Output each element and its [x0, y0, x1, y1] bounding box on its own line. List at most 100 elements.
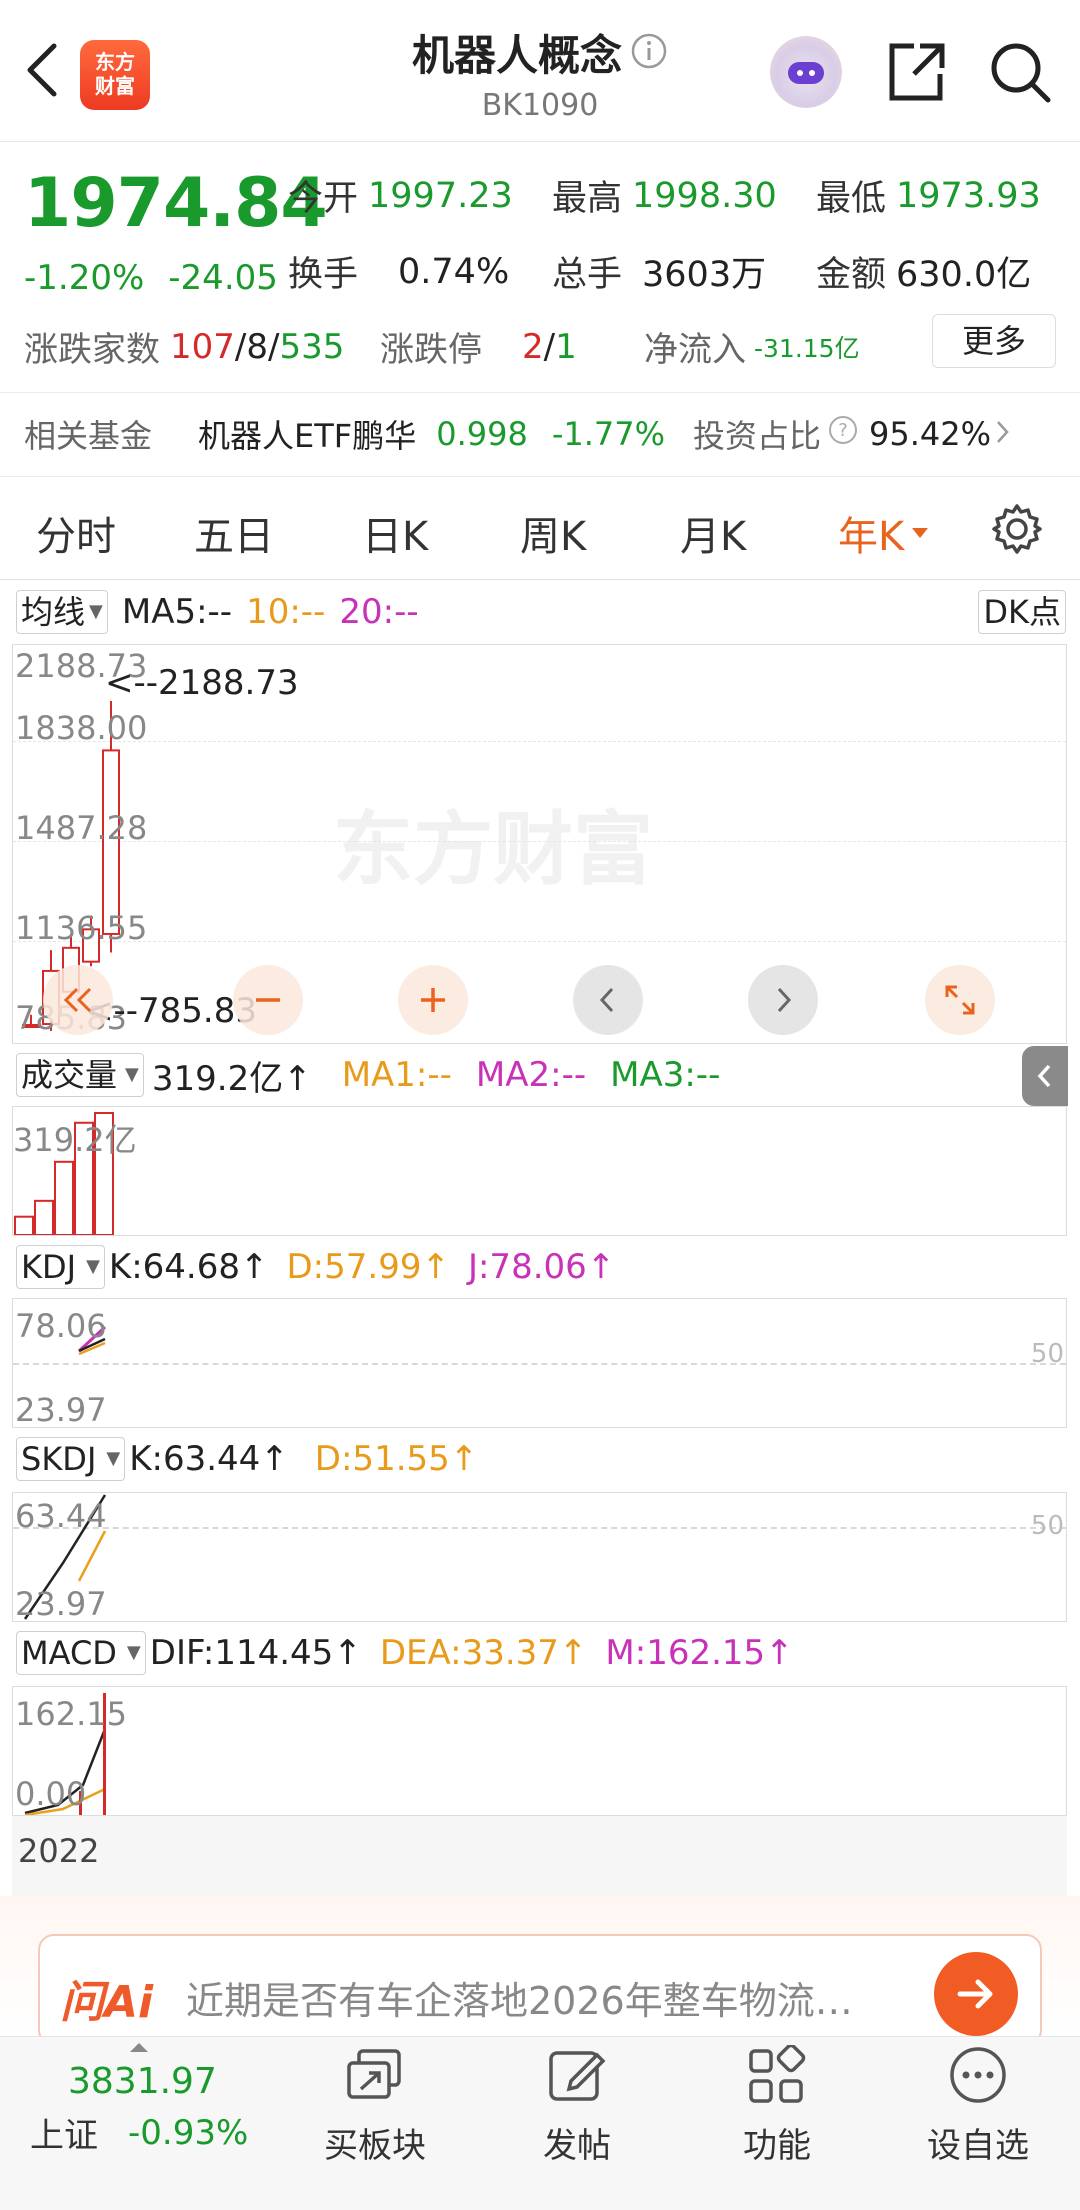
expand-icon — [945, 985, 975, 1015]
skdj-lines — [23, 1494, 107, 1620]
kdj-lines — [77, 1325, 107, 1356]
page-title: 机器人概念 — [411, 31, 622, 80]
tab-intraday[interactable]: 分时 — [36, 504, 116, 562]
vol-ma1: MA1:-- — [341, 1055, 452, 1095]
amount-label: 金额 — [816, 255, 887, 295]
index-ticker[interactable]: 3831.97 上证 -0.93% — [30, 2061, 250, 2157]
zoom-out-button[interactable] — [233, 965, 303, 1035]
more-button[interactable]: 更多 — [932, 314, 1056, 368]
tab-yearly-k[interactable]: 年K — [838, 504, 930, 562]
limit-up-count: 2 — [522, 326, 544, 367]
fullscreen-button[interactable] — [925, 965, 995, 1035]
ai-submit-button[interactable] — [934, 1952, 1018, 2036]
max-marker: <--2188.73 — [105, 663, 299, 703]
kdj-j: J:78.06↑ — [467, 1247, 616, 1287]
tab-daily-k[interactable]: 日K — [362, 504, 428, 562]
edit-icon — [549, 2051, 606, 2101]
index-name: 上证 — [30, 2116, 98, 2156]
kdj-d: D:57.99↑ — [286, 1247, 450, 1287]
top-bar: 东方 财富 机器人概念 BK1090 — [0, 0, 1080, 142]
vol-ma2: MA2:-- — [475, 1055, 587, 1095]
skdj-panel: 50 63.44 23.97 — [12, 1492, 1067, 1623]
limit-down-count: 1 — [555, 326, 577, 367]
related-fund-row[interactable]: 相关基金 机器人ETF鹏华 0.998 -1.77% 投资占比 ? 95.42% — [24, 408, 1064, 460]
vol-ma3: MA3:-- — [610, 1055, 721, 1095]
scroll-left-fast-button[interactable] — [43, 965, 113, 1035]
turnover-value: 0.74% — [398, 251, 510, 292]
share-icon[interactable] — [884, 40, 948, 108]
high-value: 1998.30 — [632, 175, 777, 216]
tab-monthly-k[interactable]: 月K — [680, 504, 746, 562]
high-label: 最高 — [552, 179, 623, 219]
candlestick-chart — [22, 701, 120, 1031]
apps-grid-icon — [749, 2043, 806, 2103]
zoom-in-button[interactable] — [398, 965, 468, 1035]
kdj-bottom-label: 23.97 — [15, 1391, 107, 1429]
nav-add-watchlist[interactable]: 设自选 — [908, 2045, 1048, 2167]
nav-functions[interactable]: 功能 — [707, 2043, 847, 2167]
tab-five-day[interactable]: 五日 — [194, 504, 274, 562]
advance-count: 107 — [170, 326, 235, 367]
scroll-left-button[interactable] — [573, 965, 643, 1035]
ai-question-text[interactable]: 近期是否有车企落地2026年整车物流… — [186, 1970, 853, 2025]
info-icon[interactable] — [630, 32, 668, 74]
macd-bottom-label: 0.00 — [15, 1775, 87, 1813]
separator: / — [543, 326, 556, 367]
macd-selector[interactable]: MACD ▼ — [16, 1631, 146, 1675]
volume-max-label: 319.2亿 — [13, 1121, 137, 1159]
kdj-panel: 50 78.06 23.97 — [12, 1298, 1067, 1429]
ai-question-bar[interactable]: 问Ai 近期是否有车企落地2026年整车物流… — [38, 1934, 1042, 2046]
chevron-left-icon — [1037, 1064, 1051, 1088]
macd-dea: DEA:33.37↑ — [379, 1633, 588, 1673]
open-value: 1997.23 — [368, 175, 513, 216]
index-change: -0.93% — [128, 2112, 249, 2153]
dropdown-arrow-icon — [912, 528, 929, 538]
chevron-right-icon — [777, 987, 792, 1013]
amount-value: 630.0亿 — [896, 255, 1032, 295]
x-axis-year: 2022 — [18, 1832, 100, 1870]
side-panel-toggle[interactable] — [1022, 1046, 1068, 1106]
skdj-bottom-label: 23.97 — [15, 1585, 107, 1623]
ma5-value: MA5:-- — [121, 592, 233, 632]
volume-indicator-selector[interactable]: 成交量 ▼ — [16, 1053, 144, 1097]
volume-bar — [34, 1199, 54, 1235]
macd-top-label: 162.15 — [15, 1695, 127, 1733]
chevron-right-icon — [995, 415, 1011, 453]
volume-bar — [54, 1160, 74, 1235]
flat-count: 8 — [246, 326, 269, 367]
buy-sector-icon — [347, 2049, 401, 2099]
fund-price: 0.998 — [436, 415, 528, 453]
macd-lines — [24, 1693, 107, 1815]
macd-panel: 162.15 0.00 — [12, 1686, 1067, 1816]
low-label: 最低 — [816, 179, 887, 219]
dk-point-button[interactable]: DK点 — [978, 590, 1066, 634]
index-value: 3831.97 — [68, 2061, 217, 2102]
ma20-value: 20:-- — [339, 592, 419, 632]
help-icon[interactable]: ? — [827, 414, 859, 454]
settings-icon[interactable] — [990, 502, 1044, 560]
search-icon[interactable] — [988, 40, 1052, 108]
ma-selector[interactable]: 均线 ▼ — [16, 590, 108, 634]
bottom-toolbar: 3831.97 上证 -0.93% 买板块 发帖 功能 设自选 — [0, 2036, 1080, 2210]
kdj-selector[interactable]: KDJ ▼ — [16, 1245, 105, 1289]
nav-buy-sector[interactable]: 买板块 — [305, 2045, 445, 2167]
volume-bars — [14, 1112, 114, 1235]
svg-text:?: ? — [838, 420, 848, 441]
assistant-avatar[interactable] — [770, 36, 842, 108]
volume-value: 319.2亿↑ — [151, 1058, 312, 1099]
skdj-k: K:63.44↑ — [129, 1439, 289, 1479]
fund-name: 机器人ETF鹏华 — [198, 417, 417, 455]
chevron-left-icon — [599, 987, 614, 1013]
change-amount: -24.05 — [168, 258, 278, 298]
skdj-selector[interactable]: SKDJ ▼ — [16, 1437, 126, 1481]
tab-weekly-k[interactable]: 周K — [520, 504, 586, 562]
nav-post[interactable]: 发帖 — [507, 2045, 647, 2167]
ai-brand-logo: 问Ai — [60, 1977, 154, 2028]
scroll-right-button[interactable] — [748, 965, 818, 1035]
ma10-value: 10:-- — [246, 592, 326, 632]
kline-panel[interactable]: 东方财富 2188.73 1838.00 1487.28 1136.55 785… — [12, 644, 1067, 1044]
fund-change: -1.77% — [551, 415, 666, 453]
kdj-k: K:64.68↑ — [108, 1247, 269, 1287]
low-value: 1973.93 — [896, 175, 1041, 216]
volume-value: 3603万 — [642, 255, 767, 295]
